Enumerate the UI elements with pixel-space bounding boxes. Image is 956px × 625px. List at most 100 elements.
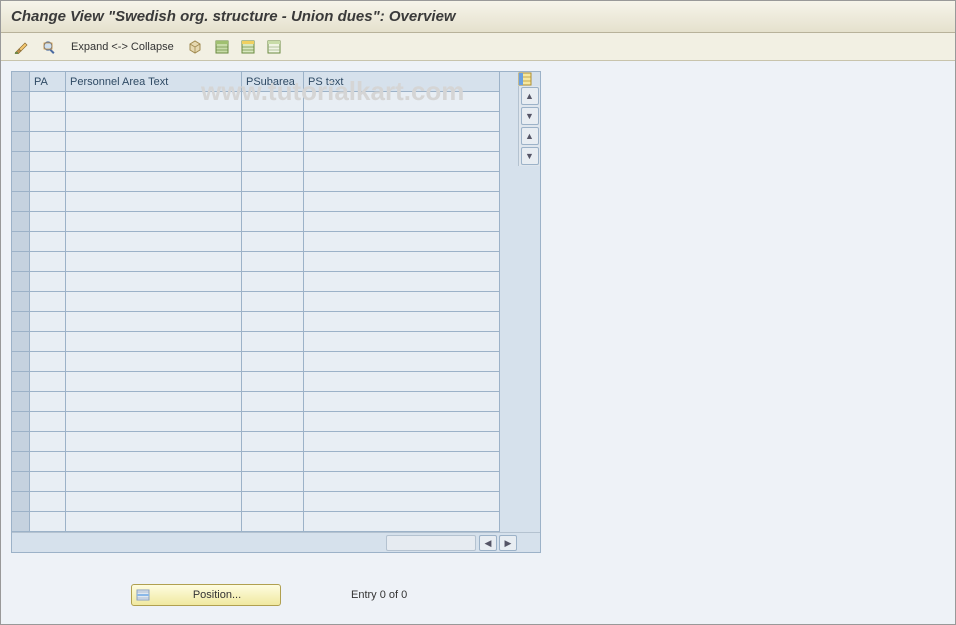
row-selector[interactable] bbox=[12, 412, 30, 432]
details-icon[interactable] bbox=[37, 37, 63, 57]
cell-pa[interactable] bbox=[30, 372, 66, 392]
cell-pa[interactable] bbox=[30, 132, 66, 152]
cell-pa[interactable] bbox=[30, 412, 66, 432]
scroll-up-icon[interactable]: ▲ bbox=[521, 87, 539, 105]
cell-pst[interactable] bbox=[304, 472, 500, 492]
delimit-icon[interactable] bbox=[182, 37, 208, 57]
row-selector[interactable] bbox=[12, 432, 30, 452]
table-row[interactable] bbox=[12, 452, 518, 472]
cell-pa[interactable] bbox=[30, 252, 66, 272]
cell-ps[interactable] bbox=[242, 292, 304, 312]
table-row[interactable] bbox=[12, 152, 518, 172]
cell-pa[interactable] bbox=[30, 492, 66, 512]
cell-ps[interactable] bbox=[242, 512, 304, 532]
table-settings-icon[interactable] bbox=[518, 72, 540, 86]
cell-ps[interactable] bbox=[242, 252, 304, 272]
scroll-down-icon[interactable]: ▼ bbox=[521, 107, 539, 125]
table-row[interactable] bbox=[12, 292, 518, 312]
column-header-personnel-area-text[interactable]: Personnel Area Text bbox=[66, 72, 242, 92]
cell-pst[interactable] bbox=[304, 252, 500, 272]
cell-pat[interactable] bbox=[66, 92, 242, 112]
cell-pa[interactable] bbox=[30, 452, 66, 472]
cell-pst[interactable] bbox=[304, 212, 500, 232]
cell-pat[interactable] bbox=[66, 472, 242, 492]
cell-pat[interactable] bbox=[66, 352, 242, 372]
cell-ps[interactable] bbox=[242, 332, 304, 352]
row-selector[interactable] bbox=[12, 372, 30, 392]
row-selector[interactable] bbox=[12, 272, 30, 292]
cell-pat[interactable] bbox=[66, 292, 242, 312]
cell-ps[interactable] bbox=[242, 212, 304, 232]
cell-ps[interactable] bbox=[242, 452, 304, 472]
row-selector[interactable] bbox=[12, 452, 30, 472]
cell-pst[interactable] bbox=[304, 352, 500, 372]
horizontal-scrollbar[interactable]: ◀ ▶ bbox=[12, 532, 540, 552]
cell-pa[interactable] bbox=[30, 472, 66, 492]
cell-ps[interactable] bbox=[242, 232, 304, 252]
cell-ps[interactable] bbox=[242, 112, 304, 132]
row-selector[interactable] bbox=[12, 472, 30, 492]
cell-pa[interactable] bbox=[30, 432, 66, 452]
row-selector[interactable] bbox=[12, 92, 30, 112]
cell-pst[interactable] bbox=[304, 332, 500, 352]
cell-pat[interactable] bbox=[66, 312, 242, 332]
table-row[interactable] bbox=[12, 312, 518, 332]
row-selector[interactable] bbox=[12, 112, 30, 132]
cell-pa[interactable] bbox=[30, 292, 66, 312]
cell-pat[interactable] bbox=[66, 172, 242, 192]
cell-ps[interactable] bbox=[242, 92, 304, 112]
cell-pst[interactable] bbox=[304, 412, 500, 432]
toggle-edit-icon[interactable] bbox=[9, 37, 35, 57]
cell-pat[interactable] bbox=[66, 272, 242, 292]
row-selector[interactable] bbox=[12, 252, 30, 272]
cell-pat[interactable] bbox=[66, 332, 242, 352]
cell-pat[interactable] bbox=[66, 452, 242, 472]
table-row[interactable] bbox=[12, 212, 518, 232]
table-row[interactable] bbox=[12, 132, 518, 152]
cell-ps[interactable] bbox=[242, 272, 304, 292]
table-row[interactable] bbox=[12, 332, 518, 352]
cell-ps[interactable] bbox=[242, 152, 304, 172]
table-row[interactable] bbox=[12, 272, 518, 292]
cell-pa[interactable] bbox=[30, 392, 66, 412]
cell-ps[interactable] bbox=[242, 352, 304, 372]
cell-pst[interactable] bbox=[304, 132, 500, 152]
cell-pat[interactable] bbox=[66, 132, 242, 152]
table-row[interactable] bbox=[12, 492, 518, 512]
row-selector[interactable] bbox=[12, 352, 30, 372]
cell-pst[interactable] bbox=[304, 192, 500, 212]
cell-pat[interactable] bbox=[66, 192, 242, 212]
cell-ps[interactable] bbox=[242, 192, 304, 212]
cell-pat[interactable] bbox=[66, 212, 242, 232]
table-row[interactable] bbox=[12, 352, 518, 372]
cell-pa[interactable] bbox=[30, 92, 66, 112]
position-button[interactable]: Position... bbox=[131, 584, 281, 606]
column-header-ps-text[interactable]: PS text bbox=[304, 72, 500, 92]
row-selector-header[interactable] bbox=[12, 72, 30, 92]
cell-pst[interactable] bbox=[304, 312, 500, 332]
cell-pa[interactable] bbox=[30, 272, 66, 292]
cell-pst[interactable] bbox=[304, 512, 500, 532]
cell-ps[interactable] bbox=[242, 132, 304, 152]
table-row[interactable] bbox=[12, 472, 518, 492]
cell-pat[interactable] bbox=[66, 152, 242, 172]
cell-ps[interactable] bbox=[242, 412, 304, 432]
row-selector[interactable] bbox=[12, 192, 30, 212]
row-selector[interactable] bbox=[12, 292, 30, 312]
cell-pst[interactable] bbox=[304, 392, 500, 412]
cell-pa[interactable] bbox=[30, 172, 66, 192]
cell-pat[interactable] bbox=[66, 412, 242, 432]
table-row[interactable] bbox=[12, 412, 518, 432]
cell-pst[interactable] bbox=[304, 92, 500, 112]
cell-pat[interactable] bbox=[66, 512, 242, 532]
cell-pst[interactable] bbox=[304, 292, 500, 312]
cell-ps[interactable] bbox=[242, 472, 304, 492]
cell-pst[interactable] bbox=[304, 232, 500, 252]
cell-pat[interactable] bbox=[66, 252, 242, 272]
cell-pst[interactable] bbox=[304, 272, 500, 292]
cell-pst[interactable] bbox=[304, 492, 500, 512]
scroll-down-bottom-icon[interactable]: ▼ bbox=[521, 147, 539, 165]
cell-pa[interactable] bbox=[30, 332, 66, 352]
table-row[interactable] bbox=[12, 432, 518, 452]
select-all-icon[interactable] bbox=[210, 37, 234, 57]
